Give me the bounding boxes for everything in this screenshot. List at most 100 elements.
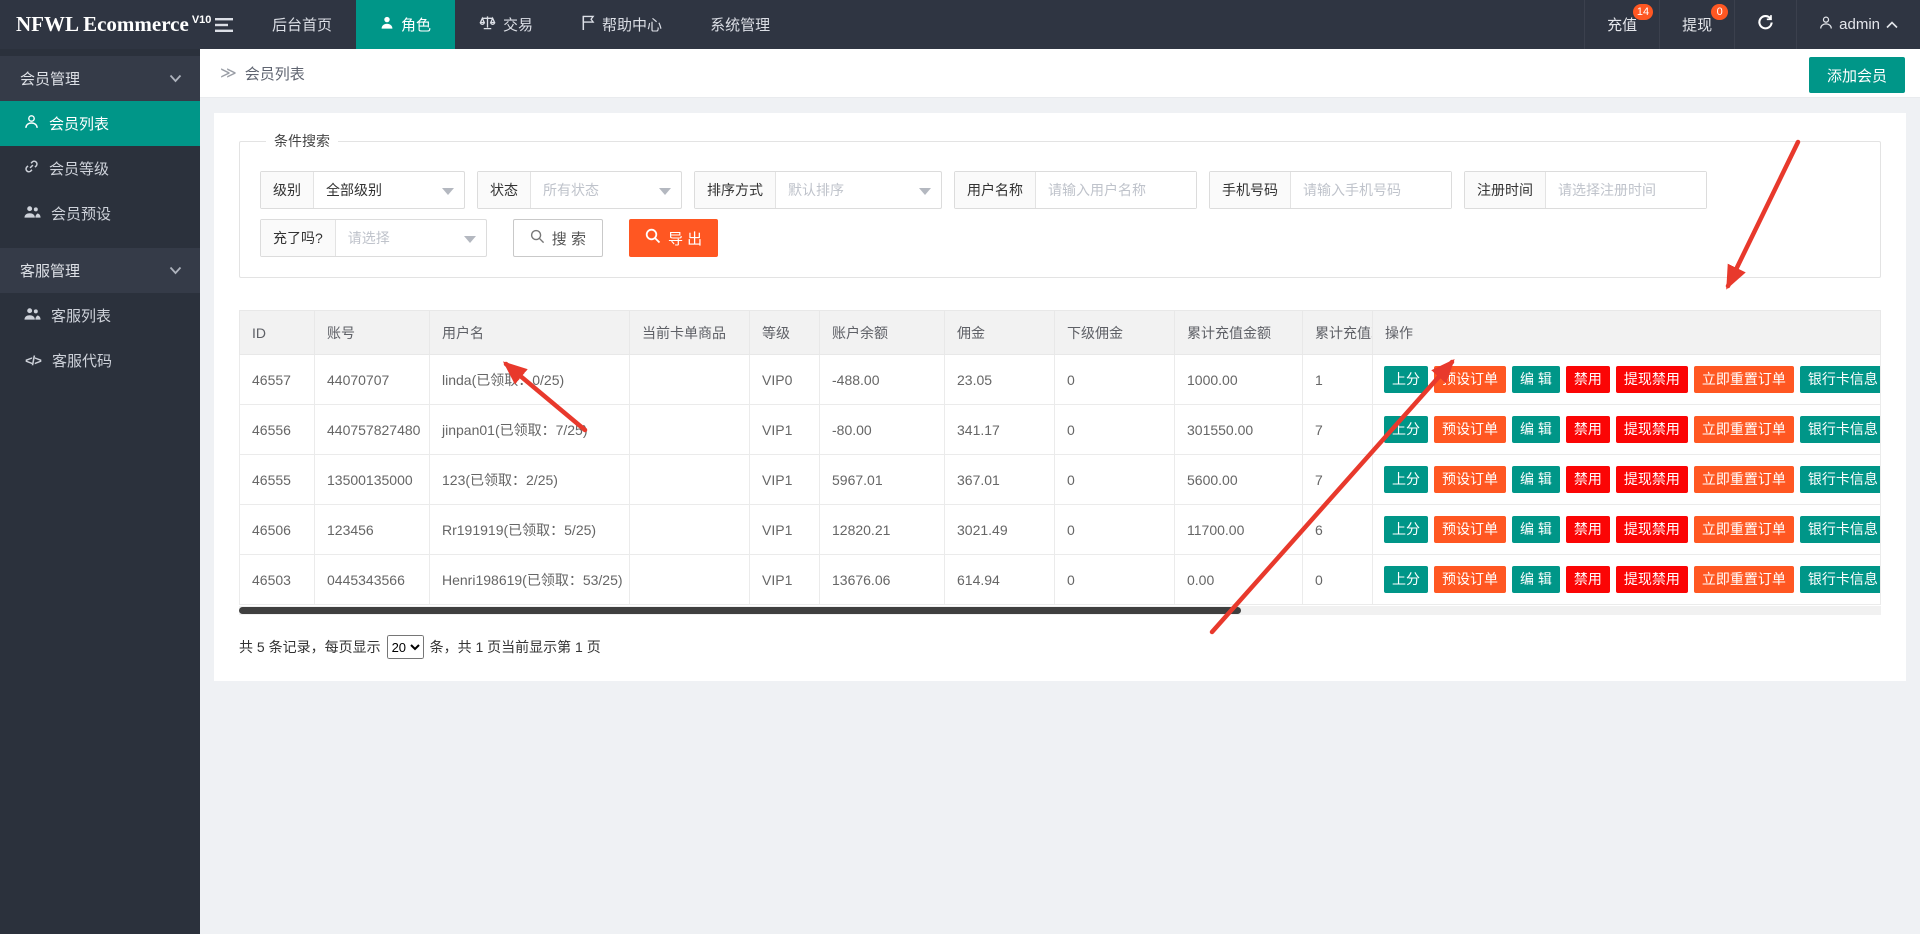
search-button[interactable]: 搜 索 (513, 219, 603, 257)
cell-commission: 367.01 (945, 455, 1055, 505)
cell-id: 46503 (240, 555, 315, 605)
phone-input[interactable] (1291, 172, 1451, 208)
disable-button[interactable]: 禁用 (1566, 516, 1610, 543)
cell-username: jinpan01(已领取：7/25) (430, 405, 630, 455)
preset-order-button[interactable]: 预设订单 (1434, 366, 1506, 393)
export-button[interactable]: 导 出 (629, 219, 718, 257)
reset-order-button[interactable]: 立即重置订单 (1694, 416, 1794, 443)
filter-status: 状态 所有状态 (477, 171, 682, 209)
col-total-recharge: 累计充值金额 (1175, 311, 1303, 355)
bank-info-button[interactable]: 银行卡信息 (1800, 416, 1881, 443)
add-score-button[interactable]: 上分 (1384, 516, 1428, 543)
add-score-button[interactable]: 上分 (1384, 416, 1428, 443)
search-legend: 条件搜索 (266, 131, 338, 151)
reset-order-button[interactable]: 立即重置订单 (1694, 466, 1794, 493)
main-content: ≫ 会员列表 添加会员 条件搜索 级别 全部级别 状态 所有状态 (200, 0, 1920, 934)
user-icon (1819, 15, 1833, 34)
page-size-select[interactable]: 20 (387, 635, 424, 659)
preset-order-button[interactable]: 预设订单 (1434, 416, 1506, 443)
recharged-select[interactable]: 请选择 (336, 220, 486, 256)
status-select[interactable]: 所有状态 (531, 172, 681, 208)
withdraw-disable-button[interactable]: 提现禁用 (1616, 366, 1688, 393)
nav-item-help[interactable]: 帮助中心 (557, 0, 686, 49)
disable-button[interactable]: 禁用 (1566, 416, 1610, 443)
nav-item-system[interactable]: 系统管理 (686, 0, 794, 49)
cell-account: 440757827480 (315, 405, 430, 455)
sidebar-section-member-mgmt[interactable]: 会员管理 (0, 56, 200, 101)
reset-order-button[interactable]: 立即重置订单 (1694, 516, 1794, 543)
col-recharge-count: 累计充值次数 (1303, 311, 1373, 355)
cell-total-recharge: 5600.00 (1175, 455, 1303, 505)
add-score-button[interactable]: 上分 (1384, 366, 1428, 393)
add-member-button[interactable]: 添加会员 (1809, 57, 1905, 93)
cell-sub-commission: 0 (1055, 505, 1175, 555)
horizontal-scrollbar (239, 606, 1881, 615)
bank-info-button[interactable]: 银行卡信息 (1800, 366, 1881, 393)
cell-commission: 614.94 (945, 555, 1055, 605)
cell-current-product (630, 455, 750, 505)
withdraw-disable-button[interactable]: 提现禁用 (1616, 416, 1688, 443)
chevron-down-icon (442, 188, 454, 195)
withdraw-disable-button[interactable]: 提现禁用 (1616, 566, 1688, 593)
cell-actions: 上分预设订单编 辑禁用提现禁用立即重置订单银行卡信息... (1373, 405, 1881, 455)
withdraw-disable-button[interactable]: 提现禁用 (1616, 466, 1688, 493)
preset-order-button[interactable]: 预设订单 (1434, 566, 1506, 593)
hamburger-menu-icon[interactable] (200, 0, 248, 49)
cell-recharge-count: 7 (1303, 455, 1373, 505)
sidebar-item-member-level[interactable]: 会员等级 (0, 146, 200, 191)
disable-button[interactable]: 禁用 (1566, 566, 1610, 593)
sidebar-item-member-preset[interactable]: 会员预设 (0, 191, 200, 236)
withdraw-link[interactable]: 提现 0 (1659, 0, 1734, 49)
nav-item-trade[interactable]: 交易 (455, 0, 557, 49)
nav-item-roles[interactable]: 角色 (356, 0, 455, 49)
chevron-down-icon (659, 188, 671, 195)
bank-info-button[interactable]: 银行卡信息 (1800, 516, 1881, 543)
cell-account: 44070707 (315, 355, 430, 405)
cell-account: 13500135000 (315, 455, 430, 505)
add-score-button[interactable]: 上分 (1384, 566, 1428, 593)
col-actions: 操作 (1373, 311, 1881, 355)
chevron-down-icon (464, 236, 476, 243)
bank-info-button[interactable]: 银行卡信息 (1800, 566, 1881, 593)
sidebar-item-service-list[interactable]: 客服列表 (0, 293, 200, 338)
cell-level: VIP1 (750, 555, 820, 605)
scrollbar-thumb[interactable] (239, 607, 1241, 614)
user-menu[interactable]: admin (1796, 0, 1920, 49)
reset-order-button[interactable]: 立即重置订单 (1694, 566, 1794, 593)
edit-button[interactable]: 编 辑 (1512, 566, 1560, 593)
flag-icon (581, 15, 595, 34)
refresh-button[interactable] (1734, 0, 1796, 49)
disable-button[interactable]: 禁用 (1566, 466, 1610, 493)
level-select[interactable]: 全部级别 (314, 172, 464, 208)
cell-total-recharge: 301550.00 (1175, 405, 1303, 455)
cell-balance: 12820.21 (820, 505, 945, 555)
username-input[interactable] (1036, 172, 1196, 208)
preset-order-button[interactable]: 预设订单 (1434, 466, 1506, 493)
cell-id: 46557 (240, 355, 315, 405)
sidebar-item-member-list[interactable]: 会员列表 (0, 101, 200, 146)
cell-total-recharge: 11700.00 (1175, 505, 1303, 555)
nav-item-dashboard[interactable]: 后台首页 (248, 0, 356, 49)
withdraw-disable-button[interactable]: 提现禁用 (1616, 516, 1688, 543)
sidebar-divider (0, 236, 200, 248)
cell-current-product (630, 355, 750, 405)
table-row: 46556 440757827480 jinpan01(已领取：7/25) VI… (240, 405, 1881, 455)
col-id: ID (240, 311, 315, 355)
cell-sub-commission: 0 (1055, 355, 1175, 405)
sort-select[interactable]: 默认排序 (776, 172, 941, 208)
cell-recharge-count: 6 (1303, 505, 1373, 555)
edit-button[interactable]: 编 辑 (1512, 416, 1560, 443)
add-score-button[interactable]: 上分 (1384, 466, 1428, 493)
preset-order-button[interactable]: 预设订单 (1434, 516, 1506, 543)
col-account: 账号 (315, 311, 430, 355)
disable-button[interactable]: 禁用 (1566, 366, 1610, 393)
reset-order-button[interactable]: 立即重置订单 (1694, 366, 1794, 393)
edit-button[interactable]: 编 辑 (1512, 366, 1560, 393)
recharge-link[interactable]: 充值 14 (1584, 0, 1659, 49)
bank-info-button[interactable]: 银行卡信息 (1800, 466, 1881, 493)
sidebar-section-service-mgmt[interactable]: 客服管理 (0, 248, 200, 293)
sidebar-item-service-code[interactable]: </> 客服代码 (0, 338, 200, 383)
edit-button[interactable]: 编 辑 (1512, 516, 1560, 543)
register-time-input[interactable] (1546, 172, 1706, 208)
edit-button[interactable]: 编 辑 (1512, 466, 1560, 493)
